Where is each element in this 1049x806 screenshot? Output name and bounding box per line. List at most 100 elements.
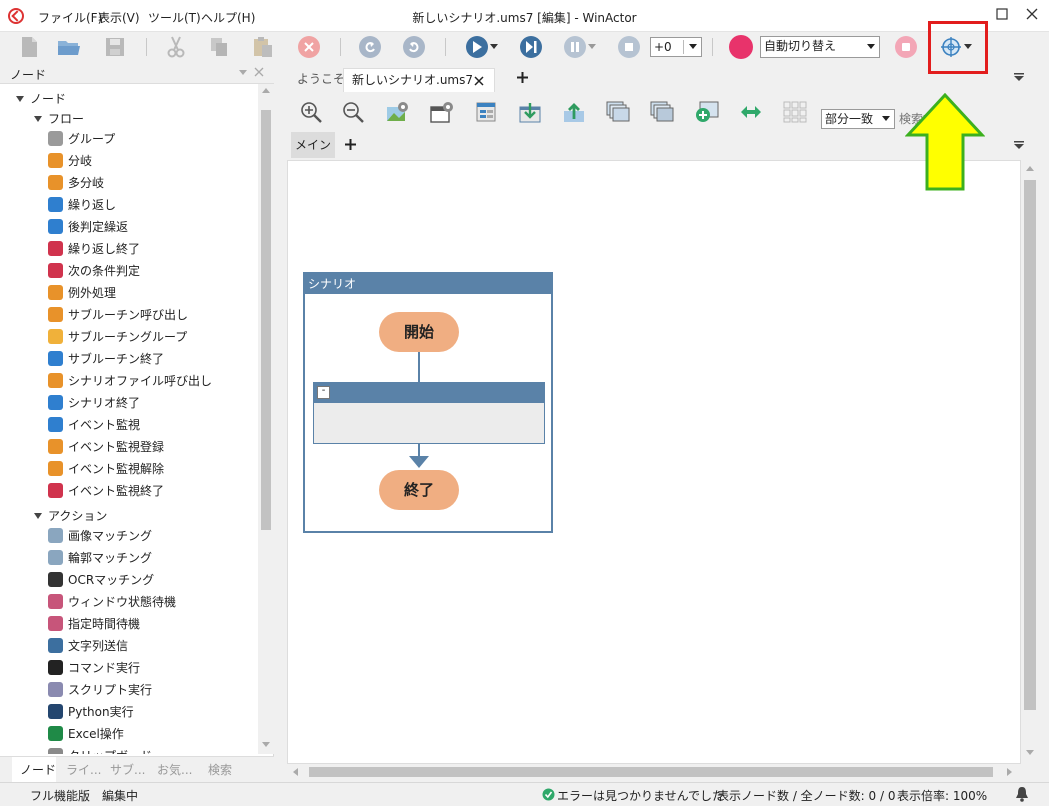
grid-button[interactable]: [781, 98, 809, 126]
tree-item-label: Excel操作: [68, 727, 124, 741]
run-button[interactable]: [464, 35, 500, 59]
up-arrow-annotation-icon: [905, 93, 985, 191]
step-icon: [520, 36, 542, 58]
caret-down-icon: [34, 513, 42, 519]
variable-button[interactable]: [472, 98, 500, 126]
record-mode-select[interactable]: 自動切り替え: [760, 36, 880, 58]
event-register-icon: [48, 439, 63, 454]
sub-tab-overflow-icon[interactable]: [1014, 141, 1024, 149]
scroll-down-icon[interactable]: [1026, 750, 1034, 756]
contour-matching-icon: [48, 550, 63, 565]
pause-button[interactable]: [562, 35, 598, 59]
start-node[interactable]: 開始: [379, 312, 459, 352]
scenario-container[interactable]: シナリオ 開始 - 終了: [303, 272, 553, 533]
menu-help[interactable]: ヘルプ(H): [201, 9, 255, 26]
swap-button[interactable]: [737, 98, 765, 126]
caret-down-icon: [34, 116, 42, 122]
tab-subroutine[interactable]: サブ...: [110, 761, 145, 778]
scenario-call-icon: [48, 373, 63, 388]
paste-button[interactable]: [250, 35, 276, 59]
menu-file[interactable]: ファイル(F): [38, 9, 102, 26]
windows-stack-alt-button[interactable]: [648, 98, 676, 126]
zoom-in-button[interactable]: [297, 98, 325, 126]
zoom-out-button[interactable]: [339, 98, 367, 126]
tree-item-label: 例外処理: [68, 286, 117, 300]
tab-node[interactable]: ノード: [20, 761, 56, 778]
stop-icon: [618, 36, 640, 58]
stop-record-button[interactable]: [893, 35, 919, 59]
record-button[interactable]: [728, 35, 754, 59]
speed-select[interactable]: +0: [650, 37, 702, 57]
menu-tools[interactable]: ツール(T): [148, 9, 201, 26]
flowchart-canvas[interactable]: シナリオ 開始 - 終了: [287, 160, 1021, 764]
tree-item-label: イベント監視解除: [68, 462, 165, 476]
panel-close-icon[interactable]: [254, 67, 264, 77]
caret-down-icon: [16, 96, 24, 102]
menu-view[interactable]: 表示(V): [98, 9, 140, 26]
image-settings-button[interactable]: [384, 98, 412, 126]
export-button[interactable]: [516, 98, 544, 126]
grid-icon: [783, 101, 807, 123]
window-stack-icon: [606, 101, 630, 122]
canvas-vertical-scroll-thumb[interactable]: [1024, 180, 1036, 710]
copy-button[interactable]: [206, 35, 232, 59]
canvas-horizontal-scroll-thumb[interactable]: [309, 767, 993, 777]
maximize-button[interactable]: [989, 4, 1015, 28]
add-tab-icon[interactable]: [517, 72, 528, 83]
stop-button[interactable]: [616, 35, 642, 59]
redo-button[interactable]: [401, 35, 427, 59]
scroll-up-icon[interactable]: [262, 88, 270, 94]
import-icon: [564, 103, 584, 122]
new-file-button[interactable]: [16, 35, 42, 59]
tab-favorites[interactable]: お気...: [157, 761, 192, 778]
record-icon: [729, 35, 753, 59]
tab-main[interactable]: メイン: [291, 132, 335, 158]
tree-item-label: 繰り返し: [68, 198, 117, 212]
tab-overflow-icon[interactable]: [1014, 73, 1024, 81]
branch-icon: [48, 153, 63, 168]
tree-item-label: 画像マッチング: [68, 529, 153, 543]
undo-button[interactable]: [357, 35, 383, 59]
open-folder-button[interactable]: [56, 35, 82, 59]
tree-item-label: イベント監視登録: [68, 440, 165, 454]
tree-item-label: サブルーチングループ: [68, 330, 188, 344]
command-icon: [48, 660, 63, 675]
panel-menu-icon[interactable]: [239, 70, 247, 76]
save-button[interactable]: [102, 35, 128, 59]
scroll-up-icon[interactable]: [1026, 166, 1034, 172]
close-tab-icon[interactable]: [474, 76, 484, 86]
match-mode-select[interactable]: 部分一致: [821, 109, 895, 129]
step-run-button[interactable]: [518, 35, 544, 59]
windows-stack-button[interactable]: [604, 98, 632, 126]
delete-button[interactable]: [296, 35, 322, 59]
error-status: エラーは見つかりませんでした: [557, 789, 725, 803]
tab-search[interactable]: 検索: [208, 761, 232, 778]
add-window-button[interactable]: [693, 98, 721, 126]
text-send-icon: [48, 638, 63, 653]
close-window-button[interactable]: [1019, 4, 1045, 28]
subroutine-call-icon: [48, 307, 63, 322]
scroll-down-icon[interactable]: [262, 742, 270, 748]
cut-button[interactable]: [163, 35, 189, 59]
scroll-right-icon[interactable]: [1007, 768, 1013, 776]
check-circle-icon: [542, 788, 555, 801]
exception-icon: [48, 285, 63, 300]
import-button[interactable]: [560, 98, 588, 126]
group-node[interactable]: -: [313, 382, 545, 444]
tree-item-label: シナリオ終了: [68, 396, 141, 410]
tab-scenario[interactable]: 新しいシナリオ.ums7: [343, 68, 495, 92]
collapse-toggle[interactable]: -: [317, 386, 330, 399]
window-settings-button[interactable]: [428, 98, 456, 126]
connector-line: [418, 352, 420, 382]
title-bar: ファイル(F) 表示(V) ツール(T) ヘルプ(H) 新しいシナリオ.ums7…: [0, 0, 1049, 32]
end-node[interactable]: 終了: [379, 470, 459, 510]
tree-item-label: スクリプト実行: [68, 683, 153, 697]
scroll-left-icon[interactable]: [293, 768, 299, 776]
script-icon: [48, 682, 63, 697]
tab-library[interactable]: ライ...: [66, 761, 101, 778]
python-icon: [48, 704, 63, 719]
tree-item-label: シナリオファイル呼び出し: [68, 374, 213, 388]
add-sub-tab-icon[interactable]: [345, 139, 356, 150]
notification-bell-icon[interactable]: [1015, 786, 1029, 802]
node-panel-scroll-thumb[interactable]: [261, 110, 271, 530]
